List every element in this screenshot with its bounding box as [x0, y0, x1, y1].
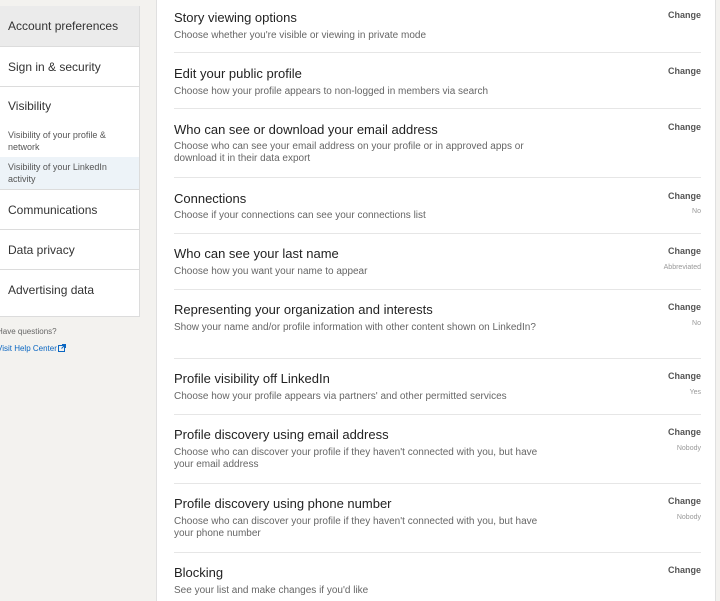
setting-row-discovery-email[interactable]: Profile discovery using email address Ch…: [174, 415, 701, 483]
sidebar-item-sign-in-security[interactable]: Sign in & security: [0, 47, 139, 87]
help-center-link[interactable]: Visit Help Center: [0, 344, 66, 354]
setting-value: Nobody: [676, 514, 701, 521]
change-button[interactable]: Change: [668, 122, 701, 132]
setting-row-last-name[interactable]: Who can see your last name Choose how yo…: [174, 234, 701, 289]
sidebar-item-advertising-data[interactable]: Advertising data: [0, 270, 139, 310]
setting-description: See your list and make changes if you'd …: [174, 585, 369, 596]
sidebar-item-visibility[interactable]: Visibility: [0, 87, 139, 125]
setting-row-discovery-phone[interactable]: Profile discovery using phone number Cho…: [174, 484, 701, 552]
external-link-icon: [57, 344, 66, 354]
setting-description: Choose who can discover your profile if …: [174, 516, 538, 539]
change-button[interactable]: Change: [668, 496, 701, 506]
sidebar-subitem-profile-network[interactable]: Visibility of your profile & network: [0, 125, 139, 157]
setting-title: Blocking: [174, 565, 224, 580]
change-button[interactable]: Change: [668, 246, 701, 256]
help-center-link-label[interactable]: Visit Help Center: [0, 344, 57, 353]
setting-value: Nobody: [676, 445, 701, 452]
sidebar-item-communications[interactable]: Communications: [0, 190, 139, 230]
change-button[interactable]: Change: [668, 302, 701, 312]
setting-row-connections[interactable]: Connections Choose if your connections c…: [174, 178, 701, 233]
sidebar-subitem-linkedin-activity[interactable]: Visibility of your LinkedIn activity: [0, 157, 139, 189]
setting-title: Profile visibility off LinkedIn: [174, 371, 330, 386]
setting-title: Connections: [174, 191, 247, 206]
setting-row-off-linkedin-visibility[interactable]: Profile visibility off LinkedIn Choose h…: [174, 359, 701, 414]
setting-description: Choose whether you're visible or viewing…: [174, 30, 427, 41]
change-button[interactable]: Change: [668, 565, 701, 575]
setting-description: Choose if your connections can see your …: [174, 210, 426, 221]
setting-description: Choose who can discover your profile if …: [174, 447, 538, 470]
setting-title: Representing your organization and inter…: [174, 302, 433, 317]
setting-description: Choose who can see your email address on…: [174, 141, 524, 164]
setting-title: Profile discovery using phone number: [174, 496, 392, 511]
sidebar-item-account-preferences[interactable]: Account preferences: [0, 6, 139, 47]
change-button[interactable]: Change: [668, 371, 701, 381]
setting-title: Story viewing options: [174, 10, 297, 25]
setting-title: Who can see or download your email addre…: [174, 122, 438, 137]
help-question: Have questions?: [0, 327, 57, 336]
sidebar-item-data-privacy[interactable]: Data privacy: [0, 230, 139, 270]
setting-row-representing-organization[interactable]: Representing your organization and inter…: [174, 290, 701, 358]
setting-title: Profile discovery using email address: [174, 427, 389, 442]
change-button[interactable]: Change: [668, 66, 701, 76]
setting-row-email-visibility[interactable]: Who can see or download your email addre…: [174, 109, 701, 177]
setting-value: Abbreviated: [663, 264, 701, 271]
setting-description: Show your name and/or profile informatio…: [174, 322, 536, 333]
setting-row-story-viewing[interactable]: Story viewing options Choose whether you…: [174, 0, 701, 52]
setting-value: No: [692, 208, 701, 215]
setting-value: No: [692, 320, 701, 327]
change-button[interactable]: Change: [668, 191, 701, 201]
settings-panel: Story viewing options Choose whether you…: [156, 0, 716, 601]
setting-description: Choose how your profile appears via part…: [174, 391, 507, 402]
setting-value: Yes: [689, 389, 701, 396]
setting-description: Choose how you want your name to appear: [174, 266, 368, 277]
setting-title: Edit your public profile: [174, 66, 302, 81]
setting-row-blocking[interactable]: Blocking See your list and make changes …: [174, 553, 701, 601]
setting-description: Choose how your profile appears to non-l…: [174, 86, 489, 97]
change-button[interactable]: Change: [668, 10, 701, 20]
sidebar-group-visibility: Visibility Visibility of your profile & …: [0, 87, 139, 190]
setting-row-public-profile[interactable]: Edit your public profile Choose how your…: [174, 53, 701, 108]
setting-title: Who can see your last name: [174, 246, 339, 261]
change-button[interactable]: Change: [668, 427, 701, 437]
help-section: Have questions? Visit Help Center: [0, 327, 66, 354]
settings-sidebar: Account preferences Sign in & security V…: [0, 6, 140, 317]
